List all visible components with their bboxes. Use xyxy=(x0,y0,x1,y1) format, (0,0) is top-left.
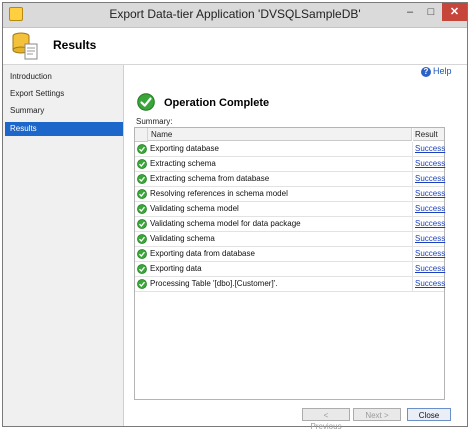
column-divider xyxy=(412,217,413,231)
row-name: Extracting schema xyxy=(150,159,216,168)
row-name: Resolving references in schema model xyxy=(150,189,288,198)
close-button[interactable]: Close xyxy=(407,408,451,421)
column-divider xyxy=(412,172,413,186)
row-name: Extracting schema from database xyxy=(150,174,270,183)
column-divider xyxy=(412,247,413,261)
operation-status-title: Operation Complete xyxy=(164,97,270,109)
maximize-button[interactable]: □ xyxy=(421,3,441,21)
success-check-icon xyxy=(137,279,147,289)
window-title: Export Data-tier Application 'DVSQLSampl… xyxy=(109,7,361,21)
table-row: Exporting database Success xyxy=(135,142,445,157)
column-divider xyxy=(412,232,413,246)
result-link[interactable]: Success xyxy=(415,189,445,198)
row-name: Exporting database xyxy=(150,144,219,153)
success-check-icon xyxy=(137,249,147,259)
row-name: Exporting data xyxy=(150,264,202,273)
page-header: Results xyxy=(3,28,467,65)
table-row: Validating schema Success xyxy=(135,232,445,247)
help-link[interactable]: ? Help xyxy=(421,66,452,77)
summary-label: Summary: xyxy=(136,117,173,126)
column-divider xyxy=(412,187,413,201)
result-link[interactable]: Success xyxy=(415,159,445,168)
sidebar-item-summary[interactable]: Summary xyxy=(5,104,123,118)
success-check-icon xyxy=(137,144,147,154)
table-row: Exporting data Success xyxy=(135,262,445,277)
result-link[interactable]: Success xyxy=(415,174,445,183)
page-title: Results xyxy=(53,38,97,52)
result-link[interactable]: Success xyxy=(415,144,445,153)
table-row: Resolving references in schema model Succ… xyxy=(135,187,445,202)
next-button[interactable]: Next > xyxy=(353,408,401,421)
sidebar-item-introduction[interactable]: Introduction xyxy=(5,70,123,84)
success-check-icon xyxy=(137,93,155,111)
column-header-name[interactable]: Name xyxy=(148,128,412,141)
table-row: Validating schema model Success xyxy=(135,202,445,217)
table-row: Exporting data from database Success xyxy=(135,247,445,262)
previous-button[interactable]: < Previous xyxy=(302,408,350,431)
success-check-icon xyxy=(137,174,147,184)
column-divider xyxy=(412,277,413,291)
column-divider xyxy=(412,202,413,216)
success-check-icon xyxy=(137,234,147,244)
result-link[interactable]: Success xyxy=(415,279,445,288)
results-table: Name Result Exporting database Success Ext… xyxy=(134,127,445,400)
table-row: Extracting schema from database Success xyxy=(135,172,445,187)
database-export-icon xyxy=(12,32,38,60)
row-name: Processing Table '[dbo].[Customer]'. xyxy=(150,279,278,288)
table-row: Extracting schema Success xyxy=(135,157,445,172)
result-link[interactable]: Success xyxy=(415,219,445,228)
result-link[interactable]: Success xyxy=(415,204,445,213)
close-window-button[interactable]: ✕ xyxy=(442,3,467,21)
column-divider xyxy=(412,157,413,171)
sidebar-item-export-settings[interactable]: Export Settings xyxy=(5,87,123,101)
row-name: Exporting data from database xyxy=(150,249,255,258)
help-label: Help xyxy=(433,66,452,76)
result-link[interactable]: Success xyxy=(415,234,445,243)
column-header-status xyxy=(135,128,148,142)
success-check-icon xyxy=(137,264,147,274)
column-header-result[interactable]: Result xyxy=(413,128,444,141)
success-check-icon xyxy=(137,189,147,199)
row-name: Validating schema xyxy=(150,234,215,243)
success-check-icon xyxy=(137,204,147,214)
table-row: Processing Table '[dbo].[Customer]'. Succ… xyxy=(135,277,445,292)
help-icon: ? xyxy=(421,66,431,77)
result-link[interactable]: Success xyxy=(415,264,445,273)
result-link[interactable]: Success xyxy=(415,249,445,258)
wizard-sidebar: Introduction Export Settings Summary Res… xyxy=(3,65,124,426)
success-check-icon xyxy=(137,159,147,169)
column-divider xyxy=(412,142,413,156)
title-bar: Export Data-tier Application 'DVSQLSampl… xyxy=(3,3,467,28)
minimize-button[interactable]: – xyxy=(400,3,420,21)
column-divider xyxy=(412,262,413,276)
success-check-icon xyxy=(137,219,147,229)
sidebar-item-results[interactable]: Results xyxy=(5,122,123,136)
row-name: Validating schema model xyxy=(150,204,239,213)
table-row: Validating schema model for data package… xyxy=(135,217,445,232)
row-name: Validating schema model for data package xyxy=(150,219,301,228)
